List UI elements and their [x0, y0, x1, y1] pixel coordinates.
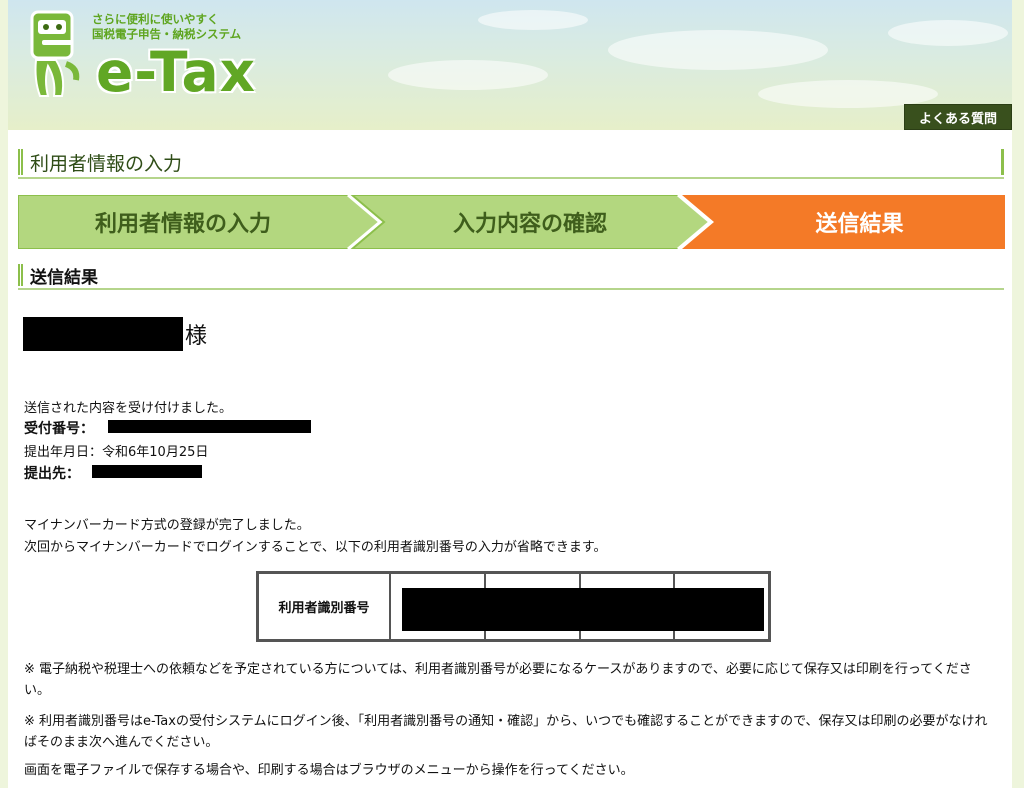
etax-mascot-icon: [30, 10, 80, 97]
redacted-receipt-number: [108, 420, 311, 433]
submission-date-value: 令和6年10月25日: [102, 445, 209, 460]
title-end-mark: [1001, 149, 1004, 175]
section-heading-text: 送信結果: [30, 268, 98, 288]
next-login-message: 次回からマイナンバーカードでログインすることで、以下の利用者識別番号の入力が省略…: [24, 540, 607, 555]
receipt-number-label: 受付番号：: [24, 421, 94, 437]
submission-date-label: 提出年月日：: [24, 445, 103, 460]
section-bar-mark: [18, 264, 23, 286]
submission-date-row: 提出年月日：令和6年10月25日: [24, 441, 208, 460]
redacted-user-name: [23, 317, 183, 351]
tagline-line-1: さらに便利に使いやすく: [92, 12, 219, 26]
title-bar-mark: [18, 149, 23, 175]
received-message: 送信された内容を受け付けました。: [24, 401, 233, 416]
step-3-label: 送信結果: [815, 211, 904, 237]
header-tagline: さらに便利に使いやすく 国税電子申告・納税システム: [92, 12, 241, 42]
registration-complete-message: マイナンバーカード方式の登録が完了しました。: [24, 518, 310, 533]
page-title-text: 利用者情報の入力: [30, 153, 183, 175]
redacted-destination: [92, 465, 202, 478]
note-1: ※ 電子納税や税理士への依頼などを予定されている方については、利用者識別番号が必…: [24, 662, 972, 698]
step-1-label: 利用者情報の入力: [94, 211, 271, 237]
step-2-label: 入力内容の確認: [452, 211, 607, 237]
redacted-user-id: [402, 588, 764, 631]
save-print-footer: 画面を電子ファイルで保存する場合や、印刷する場合はブラウザのメニューから操作を行…: [24, 763, 634, 778]
note-2: ※ 利用者識別番号はe-Taxの受付システムにログイン後、「利用者識別番号の通知…: [24, 714, 988, 750]
faq-button[interactable]: よくある質問: [904, 104, 1012, 130]
etax-logo[interactable]: e-Tax: [96, 40, 256, 104]
step-indicator: 利用者情報の入力 入力内容の確認 送信結果: [18, 195, 1005, 249]
destination-label: 提出先：: [24, 466, 80, 482]
user-id-table-header: 利用者識別番号: [259, 574, 391, 639]
site-header: さらに便利に使いやすく 国税電子申告・納税システム e-Tax よくある質問: [8, 0, 1012, 130]
section-heading: 送信結果: [18, 262, 1004, 290]
page-title: 利用者情報の入力: [18, 145, 1004, 179]
greeting-suffix: 様: [185, 324, 208, 349]
